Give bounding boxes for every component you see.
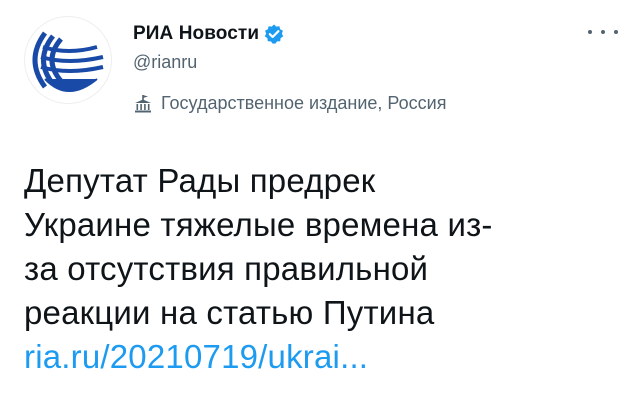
more-horizontal-icon <box>601 30 605 34</box>
state-media-label[interactable]: Государственное издание, Россия <box>133 93 446 114</box>
tweet-text-line: за отсутствия правильной <box>24 250 429 287</box>
tweet-text-line: реакции на статью Путина <box>24 294 435 331</box>
tweet-text: Депутат Рады предрек Украине тяжелые вре… <box>24 159 624 379</box>
more-horizontal-icon <box>588 30 592 34</box>
tweet-text-line: Украине тяжелые времена из- <box>24 206 493 243</box>
tweet-text-line: Депутат Рады предрек <box>24 162 376 199</box>
tweet-link[interactable]: ria.ru/20210719/ukrai... <box>24 335 624 379</box>
more-options-button[interactable] <box>588 22 618 42</box>
display-name[interactable]: РИА Новости <box>133 23 259 45</box>
government-building-icon <box>133 94 153 114</box>
verified-badge-icon <box>263 23 285 45</box>
account-handle[interactable]: @rianru <box>133 52 197 73</box>
tweet-card: РИА Новости @rianru Государственное изда… <box>0 0 640 414</box>
more-horizontal-icon <box>614 30 618 34</box>
account-name-row: РИА Новости <box>133 19 285 49</box>
state-media-label-text: Государственное издание, Россия <box>161 93 447 113</box>
ria-logo-icon[interactable] <box>24 16 112 104</box>
